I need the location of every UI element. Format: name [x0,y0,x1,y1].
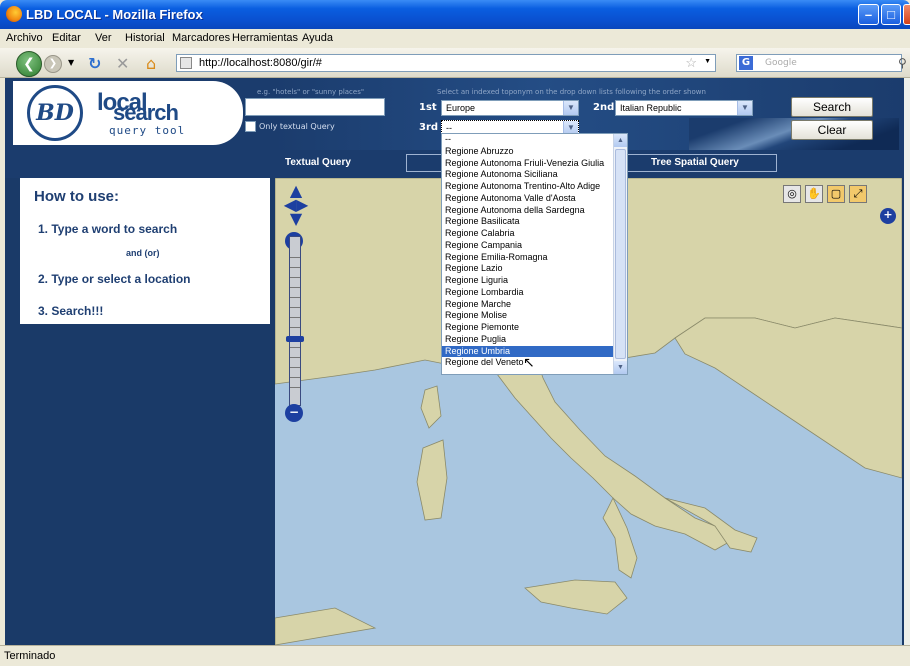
mouse-cursor-icon: ↖ [523,355,535,371]
select-box-icon[interactable]: ▢ [827,185,845,203]
navigation-toolbar: ❮ ❯ ▼ ↻ ✕ ⌂ http://localhost:8080/gir/# … [0,48,910,78]
toponym-hint: Select an indexed toponym on the drop do… [437,88,706,96]
how-to-and-or: and (or) [126,248,160,258]
third-level-value: -- [446,123,452,133]
logo-search-text: search [113,100,179,125]
stop-icon[interactable]: ✕ [116,54,129,73]
bookmark-star-icon[interactable]: ☆ [685,55,697,71]
chevron-down-icon: ▼ [563,101,578,115]
tab-tree-spatial-query[interactable]: Tree Spatial Query [651,157,739,168]
dropdown-option[interactable]: Regione Puglia [442,334,627,346]
dropdown-option[interactable]: -- [442,134,627,146]
maximize-button[interactable]: □ [881,4,901,25]
dropdown-option[interactable]: Regione Piemonte [442,322,627,334]
status-bar: Terminado [0,645,910,666]
logo-monogram: BD [27,85,83,141]
clear-button[interactable]: Clear [791,120,873,140]
zoom-slider[interactable] [289,236,301,406]
menu-archivo[interactable]: Archivo [6,32,43,44]
dropdown-option[interactable]: Regione Lombardia [442,287,627,299]
window-title-bar: LBD LOCAL - Mozilla Firefox – □ [0,0,910,29]
home-icon[interactable]: ⌂ [146,54,156,73]
tab-spatial-box[interactable] [406,154,442,172]
search-engine-placeholder: Google [765,58,797,68]
close-button[interactable] [903,4,910,25]
forward-arrow-icon[interactable]: ❯ [44,55,62,73]
magnifier-icon[interactable]: ⚲ [898,56,907,70]
third-level-label: 3rd [419,122,439,133]
dropdown-option[interactable]: Regione Autonoma Valle d'Aosta [442,193,627,205]
first-level-value: Europe [446,103,476,113]
dropdown-option[interactable]: Regione Liguria [442,275,627,287]
second-level-value: Italian Republic [620,103,682,113]
only-textual-label: Only textual Query [259,122,335,131]
pan-control-icon[interactable]: ▲ ◀▶ ▼ [281,183,311,228]
second-level-select[interactable]: Italian Republic ▼ [615,100,753,116]
menu-marcadores[interactable]: Marcadores [172,32,230,44]
query-input[interactable] [245,98,385,116]
dropdown-option[interactable]: Regione Molise [442,310,627,322]
dropdown-option[interactable]: Regione Marche [442,299,627,311]
search-button[interactable]: Search [791,97,873,117]
url-dropdown-icon[interactable]: ▼ [704,58,711,65]
dropdown-option[interactable]: Regione Autonoma Trentino-Alto Adige [442,181,627,193]
dropdown-option[interactable]: Regione Basilicata [442,216,627,228]
dropdown-option[interactable]: Regione Campania [442,240,627,252]
logo: BD local search query tool [13,81,243,145]
first-level-select[interactable]: Europe ▼ [441,100,579,116]
menu-bar: Archivo Editar Ver Historial Marcadores … [0,29,910,48]
page-scrollbar[interactable] [904,78,910,645]
menu-editar[interactable]: Editar [52,32,81,44]
menu-ayuda[interactable]: Ayuda [302,32,333,44]
dropdown-option[interactable]: Regione Autonoma Siciliana [442,169,627,181]
logo-tagline: query tool [109,124,186,137]
address-bar[interactable]: http://localhost:8080/gir/# ☆ ▼ [176,54,716,72]
chevron-down-icon: ▼ [737,101,752,115]
search-engine-box[interactable]: G Google [736,54,902,72]
scroll-down-icon[interactable]: ▼ [614,361,627,374]
history-dropdown-icon[interactable]: ▼ [68,58,74,67]
second-level-label: 2nd [593,102,615,113]
how-to-step-1: 1. Type a word to search [38,222,178,236]
favicon-icon [180,57,192,69]
zoom-out-icon[interactable]: − [285,404,303,422]
dropdown-option[interactable]: Regione Calabria [442,228,627,240]
scroll-up-icon[interactable]: ▲ [614,134,627,147]
status-text: Terminado [4,650,56,662]
globe-icon[interactable]: ◎ [783,185,801,203]
dropdown-option[interactable]: Regione Lazio [442,263,627,275]
zoom-slider-handle[interactable] [286,336,304,342]
dropdown-option[interactable]: Regione Autonoma della Sardegna [442,205,627,217]
zoom-box-icon[interactable]: ⤢ [849,185,867,203]
dropdown-option[interactable]: Regione Autonoma Friuli-Venezia Giulia [442,158,627,170]
how-to-panel: How to use: 1. Type a word to search and… [20,178,270,324]
minimize-button[interactable]: – [858,4,879,25]
scroll-thumb[interactable] [615,149,626,359]
how-to-step-3: 3. Search!!! [38,304,104,318]
google-icon[interactable]: G [739,56,753,70]
hand-pan-icon[interactable]: ✋ [805,185,823,203]
reload-icon[interactable]: ↻ [88,54,101,73]
dropdown-scrollbar[interactable]: ▲ ▼ [613,134,627,374]
window-title: LBD LOCAL - Mozilla Firefox [26,7,203,22]
menu-herramientas[interactable]: Herramientas [232,32,298,44]
how-to-step-2: 2. Type or select a location [38,272,191,286]
third-level-dropdown-list[interactable]: -- Regione Abruzzo Regione Autonoma Friuli… [441,133,628,375]
layer-switcher-icon[interactable]: + [880,208,896,224]
menu-historial[interactable]: Historial [125,32,165,44]
only-textual-checkbox[interactable] [245,121,256,132]
menu-ver[interactable]: Ver [95,32,112,44]
address-url: http://localhost:8080/gir/# [199,57,322,69]
first-level-label: 1st [419,102,437,113]
query-hint: e.g. "hotels" or "sunny places" [257,88,365,96]
dropdown-option[interactable]: Regione Abruzzo [442,146,627,158]
firefox-icon [6,6,22,22]
tab-textual-query[interactable]: Textual Query [285,157,351,168]
back-arrow-icon[interactable]: ❮ [16,51,42,77]
how-to-title: How to use: [34,188,119,205]
dropdown-option[interactable]: Regione Emilia-Romagna [442,252,627,264]
